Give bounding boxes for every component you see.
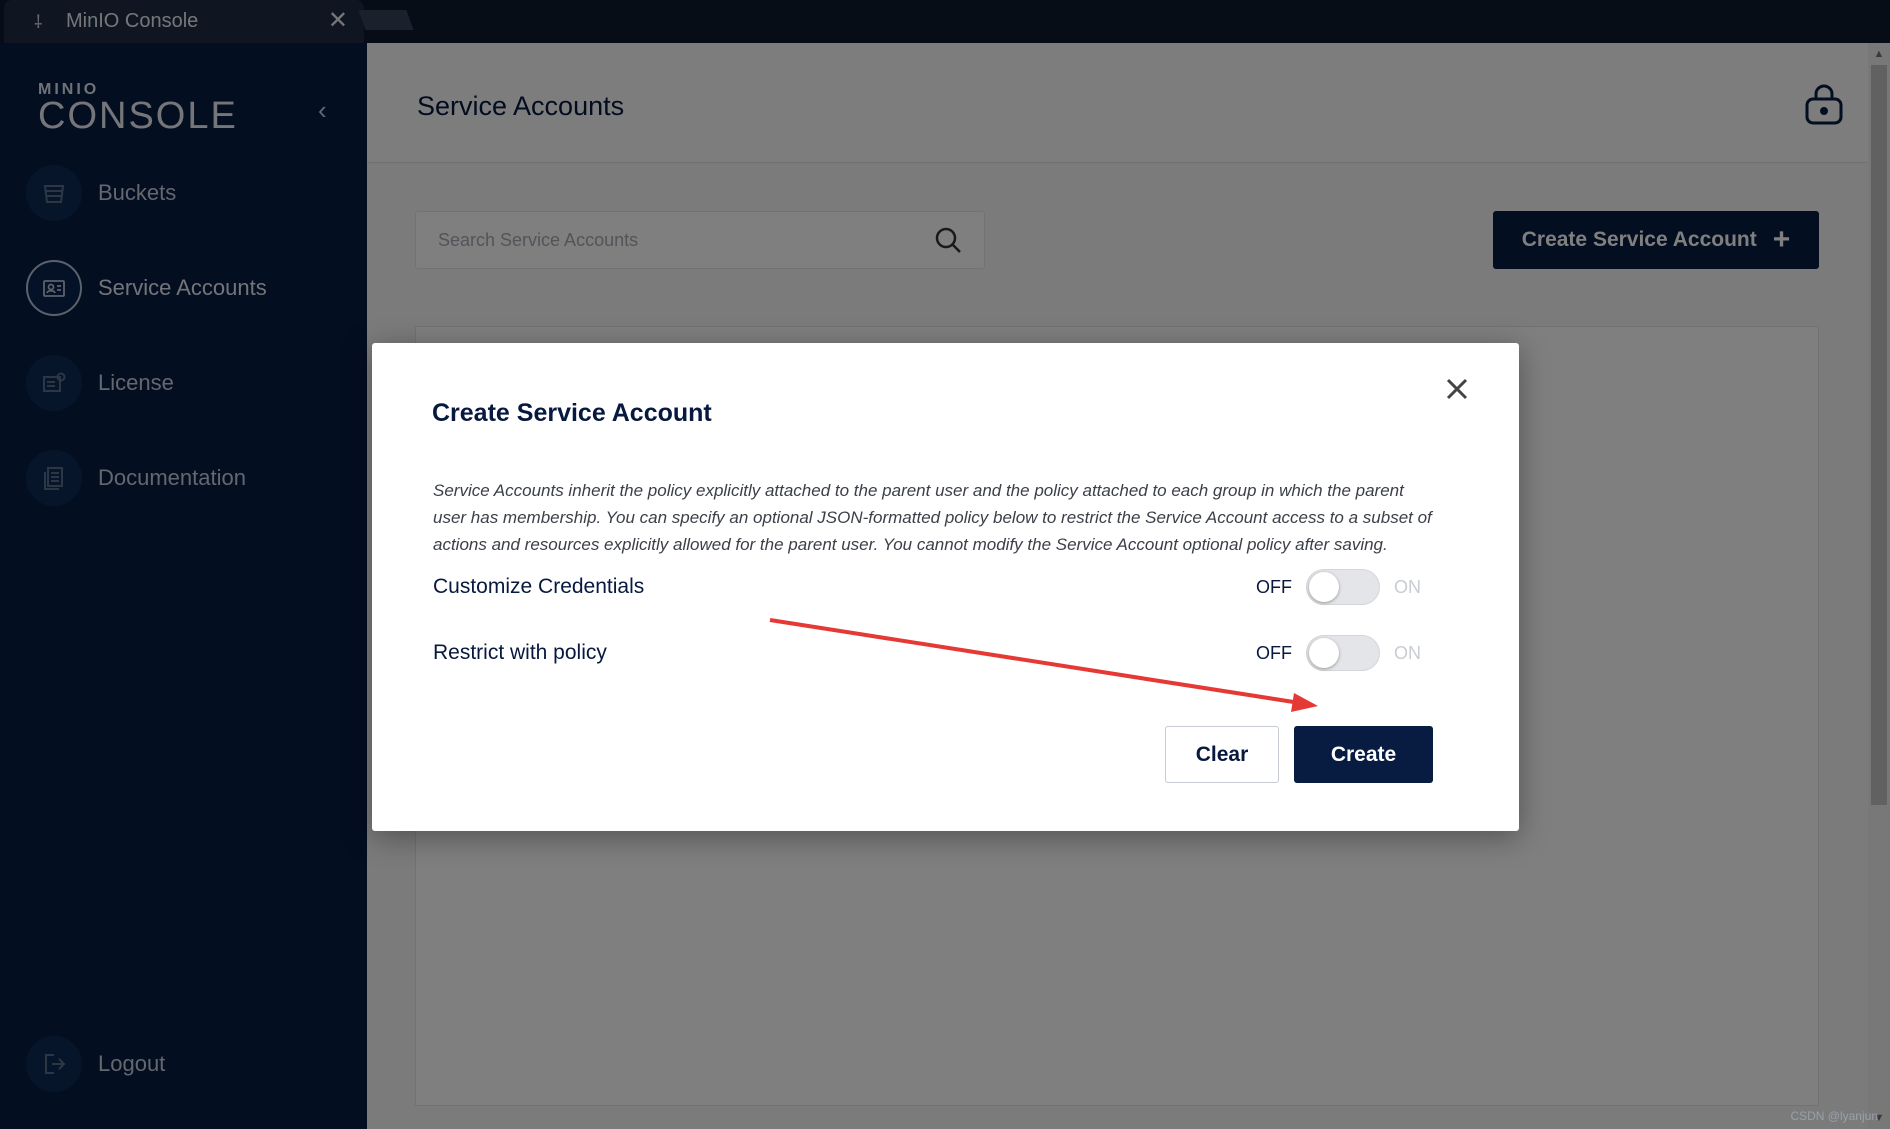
create-button[interactable]: Create [1294,726,1433,783]
dialog-title: Create Service Account [432,399,712,427]
restrict-with-policy-switch[interactable] [1306,635,1380,671]
close-icon[interactable] [1439,371,1475,407]
customize-credentials-toggle-group: OFF ON [1256,569,1421,605]
toggle-off-label: OFF [1256,576,1292,597]
switch-knob [1309,572,1339,602]
dialog-description: Service Accounts inherit the policy expl… [433,481,1432,554]
watermark: CSDN @lyanjun [1790,1109,1878,1123]
restrict-with-policy-label: Restrict with policy [433,641,607,664]
toggle-on-label: ON [1394,576,1421,597]
customize-credentials-label: Customize Credentials [433,575,645,598]
customize-credentials-switch[interactable] [1306,569,1380,605]
toggle-off-label: OFF [1256,642,1292,663]
restrict-with-policy-toggle-group: OFF ON [1256,635,1421,671]
clear-button[interactable]: Clear [1165,726,1279,783]
switch-knob [1309,638,1339,668]
toggle-on-label: ON [1394,642,1421,663]
create-service-account-dialog: Create Service Account Service Accounts … [372,343,1519,831]
